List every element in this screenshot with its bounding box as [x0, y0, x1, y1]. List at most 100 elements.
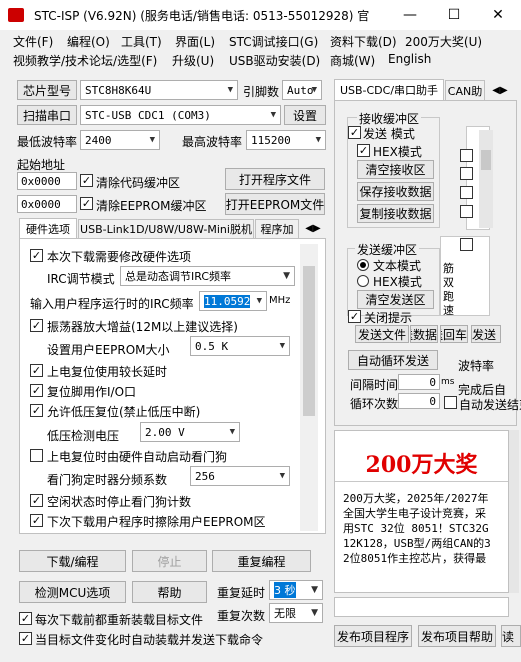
- scrollbar-thumb[interactable]: [481, 150, 491, 170]
- pins-select[interactable]: Auto ▼: [282, 80, 322, 100]
- clear-send-button[interactable]: 清空发送区: [357, 290, 434, 309]
- min-baud-select[interactable]: 2400 ▼: [80, 130, 160, 150]
- recv-option-checkbox[interactable]: [460, 186, 473, 199]
- tab-hardware[interactable]: 硬件选项: [19, 218, 77, 238]
- auto-loop-send-button[interactable]: 自动循环发送: [348, 350, 438, 370]
- send-more-button[interactable]: 发送: [471, 325, 501, 343]
- repeat-delay-select[interactable]: 3 秒 ▼: [269, 580, 323, 600]
- scan-port-button[interactable]: 扫描串口: [17, 105, 77, 125]
- close-tip-checkbox[interactable]: ✓: [348, 310, 361, 323]
- send-return-button[interactable]: 发送回车: [440, 325, 468, 343]
- close-button[interactable]: ✕: [475, 0, 521, 30]
- menu-program[interactable]: 编程(O): [67, 33, 110, 50]
- read-button[interactable]: 读: [501, 625, 521, 647]
- loop-count-label: 循环次数: [350, 397, 399, 411]
- menu-interface[interactable]: 界面(L): [175, 33, 215, 50]
- copy-receive-button[interactable]: 复制接收数据: [357, 204, 434, 223]
- stop-button[interactable]: 停止: [132, 550, 207, 572]
- clear-eeprom-checkbox[interactable]: ✓: [80, 197, 93, 210]
- chevron-down-icon: ▼: [311, 608, 318, 618]
- code-address-input[interactable]: 0x0000: [17, 172, 77, 190]
- recv-hex-checkbox[interactable]: ✓: [357, 144, 370, 157]
- wdt-checkbox[interactable]: [30, 449, 43, 462]
- chevron-down-icon: ▼: [227, 85, 233, 95]
- menu-download[interactable]: 资料下载(D): [330, 33, 397, 50]
- scrollbar-thumb[interactable]: [303, 266, 315, 416]
- send-data-button[interactable]: 发送数据: [410, 325, 438, 343]
- min-baud-value: 2400: [85, 133, 112, 147]
- promo-scrollbar[interactable]: [509, 430, 519, 593]
- detect-mcu-button[interactable]: 检测MCU选项: [19, 581, 126, 603]
- irc-freq-unit: MHz: [269, 295, 291, 306]
- minimize-button[interactable]: —: [387, 0, 433, 30]
- reconfig-label: 本次下载需要修改硬件选项: [47, 250, 192, 264]
- port-settings-button[interactable]: 设置: [284, 105, 326, 125]
- recv-option-checkbox[interactable]: [460, 167, 473, 180]
- menu-upgrade[interactable]: 升级(U): [172, 52, 214, 69]
- clear-receive-button[interactable]: 清空接收区: [357, 160, 434, 179]
- lvd-select[interactable]: 2.00 V ▼: [140, 422, 240, 442]
- clear-code-checkbox[interactable]: ✓: [80, 174, 93, 187]
- max-baud-select[interactable]: 115200 ▼: [246, 130, 326, 150]
- wdt-div-select[interactable]: 256 ▼: [190, 466, 290, 486]
- loop-count-input[interactable]: 0: [398, 393, 440, 409]
- reconfig-checkbox[interactable]: ✓: [30, 249, 43, 262]
- recv-option-checkbox[interactable]: [460, 205, 473, 218]
- long-reset-checkbox[interactable]: ✓: [30, 364, 43, 377]
- tab-program-more[interactable]: 程序加: [255, 219, 299, 238]
- irc-mode-select[interactable]: 总是动态调节IRC频率 ▼: [120, 266, 295, 286]
- menu-usb-driver[interactable]: USB驱动安装(D): [229, 52, 320, 69]
- hardware-scrollbar[interactable]: [300, 244, 318, 531]
- lvr-checkbox[interactable]: ✓: [30, 404, 43, 417]
- menu-video[interactable]: 视频教学/技术论坛/选型(F): [13, 52, 157, 69]
- reload-checkbox[interactable]: ✓: [19, 612, 32, 625]
- idle-wdt-checkbox[interactable]: ✓: [30, 494, 43, 507]
- open-program-file-button[interactable]: 打开程序文件: [225, 168, 325, 190]
- tab-can[interactable]: CAN助: [445, 80, 485, 100]
- publish-program-button[interactable]: 发布项目程序: [334, 625, 412, 647]
- repeat-count-select[interactable]: 无限 ▼: [269, 603, 323, 623]
- send-option-checkbox[interactable]: [460, 238, 473, 251]
- eeprom-size-select[interactable]: 0.5 K ▼: [190, 336, 290, 356]
- erase-eeprom-checkbox[interactable]: ✓: [30, 514, 43, 527]
- tab-usb-link[interactable]: USB-Link1D/U8W/U8W-Mini脱机: [78, 219, 254, 238]
- chip-model-select[interactable]: STC8H8K64U ▼: [80, 80, 238, 100]
- download-program-button[interactable]: 下载/编程: [19, 550, 126, 572]
- interval-input[interactable]: 0: [398, 374, 440, 390]
- auto-send-end-label: 自动发送结束: [459, 398, 521, 412]
- recv-option-checkbox[interactable]: [460, 149, 473, 162]
- auto-send-checkbox[interactable]: ✓: [19, 632, 32, 645]
- save-receive-button[interactable]: 保存接收数据: [357, 182, 434, 201]
- promo-banner[interactable]: 200万大奖: [335, 447, 508, 479]
- open-eeprom-file-button[interactable]: 打开EEPROM文件: [225, 193, 325, 215]
- publish-help-button[interactable]: 发布项目帮助: [418, 625, 496, 647]
- chip-model-button[interactable]: 芯片型号: [17, 80, 77, 100]
- reprogram-button[interactable]: 重复编程: [212, 550, 311, 572]
- menu-english[interactable]: English: [388, 52, 431, 66]
- irc-freq-select[interactable]: 11.0592 ▼: [199, 291, 267, 311]
- port-select[interactable]: STC-USB CDC1 (COM3) ▼: [80, 105, 281, 125]
- help-button[interactable]: 帮助: [132, 581, 207, 603]
- menu-debug[interactable]: STC调试接口(G): [229, 33, 318, 50]
- receive-scrollbar[interactable]: [479, 130, 493, 228]
- menu-shop[interactable]: 商城(W): [330, 52, 375, 69]
- menu-prize[interactable]: 200万大奖(U): [405, 33, 482, 50]
- tab-scroll-arrows[interactable]: ◀▶: [300, 219, 326, 238]
- menu-file[interactable]: 文件(F): [13, 33, 53, 50]
- send-text-radio[interactable]: [357, 259, 369, 271]
- right-tab-scroll-arrows[interactable]: ◀▶: [485, 80, 515, 100]
- send-hex-radio[interactable]: [357, 275, 369, 287]
- clear-eeprom-label: 清除EEPROM缓冲区: [96, 199, 207, 213]
- tab-usb-cdc[interactable]: USB-CDC/串口助手: [334, 79, 444, 100]
- amp-gain-checkbox[interactable]: ✓: [30, 319, 43, 332]
- recv-text-mode-checkbox[interactable]: ✓: [348, 126, 361, 139]
- reset-io-checkbox[interactable]: ✓: [30, 384, 43, 397]
- auto-send-end-checkbox[interactable]: [444, 396, 457, 409]
- send-file-button[interactable]: 发送文件: [355, 325, 409, 343]
- menu-tools[interactable]: 工具(T): [121, 33, 162, 50]
- eeprom-address-input[interactable]: 0x0000: [17, 195, 77, 213]
- max-baud-label: 最高波特率: [182, 135, 243, 149]
- maximize-button[interactable]: ☐: [431, 0, 477, 30]
- chevron-down-icon: ▼: [311, 85, 317, 95]
- reset-io-label: 复位脚用作I/O口: [47, 385, 137, 399]
